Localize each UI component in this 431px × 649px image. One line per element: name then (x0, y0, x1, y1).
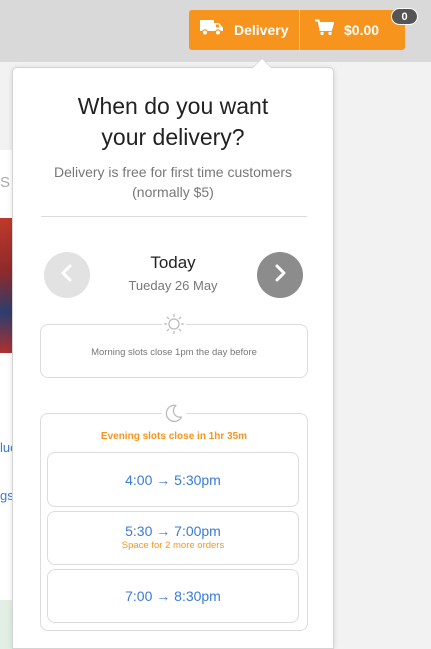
cart-total: $0.00 (344, 22, 380, 38)
slot-availability-note: Space for 2 more orders (121, 540, 225, 551)
selected-date: Tueday 26 May (128, 278, 218, 293)
divider (41, 216, 307, 217)
morning-section: Morning slots close 1pm the day before (40, 312, 308, 378)
popover-title-line: your delivery? (101, 124, 245, 150)
popover-title: When do you want your delivery? (13, 91, 333, 153)
popover-title-line: When do you want (77, 93, 269, 119)
evening-section: Evening slots close in 1hr 35m 4:00 → 5:… (40, 401, 308, 631)
chevron-left-icon (60, 264, 74, 287)
selected-day: Today (150, 253, 196, 272)
delivery-popover: When do you want your delivery? Delivery… (12, 67, 334, 649)
delivery-label: Delivery (234, 22, 289, 38)
next-day-button[interactable] (257, 252, 303, 298)
cart-icon (315, 19, 335, 41)
slot-time: 7:00 → 8:30pm (125, 588, 221, 604)
background-product-image (0, 218, 12, 353)
background-heading-fragment: S (0, 174, 11, 191)
popover-caret (252, 58, 272, 68)
evening-note: Evening slots close in 1hr 35m (100, 431, 248, 442)
delivery-slot[interactable]: 5:30 → 7:00pm Space for 2 more orders (47, 511, 299, 565)
delivery-slot[interactable]: 7:00 → 8:30pm (47, 569, 299, 623)
moon-icon (162, 401, 186, 425)
chevron-right-icon (273, 264, 287, 287)
cart-count-badge: 0 (391, 8, 418, 25)
truck-icon (200, 19, 224, 41)
slot-time: 5:30 → 7:00pm (125, 523, 221, 539)
popover-subtitle: Delivery is free for first time customer… (13, 162, 333, 202)
morning-note: Morning slots close 1pm the day before (91, 347, 257, 358)
cart-button[interactable]: $0.00 (299, 10, 405, 50)
header-actions: Delivery $0.00 (189, 10, 405, 50)
subtitle-line: Delivery is free for first time customer… (53, 164, 293, 180)
prev-day-button[interactable] (44, 252, 90, 298)
slot-time: 4:00 → 5:30pm (125, 472, 221, 488)
background-strip (0, 600, 12, 649)
subtitle-line: (normally $5) (132, 184, 214, 200)
delivery-button[interactable]: Delivery (189, 10, 299, 50)
delivery-slot[interactable]: 4:00 → 5:30pm (47, 452, 299, 507)
sun-icon (162, 312, 186, 336)
